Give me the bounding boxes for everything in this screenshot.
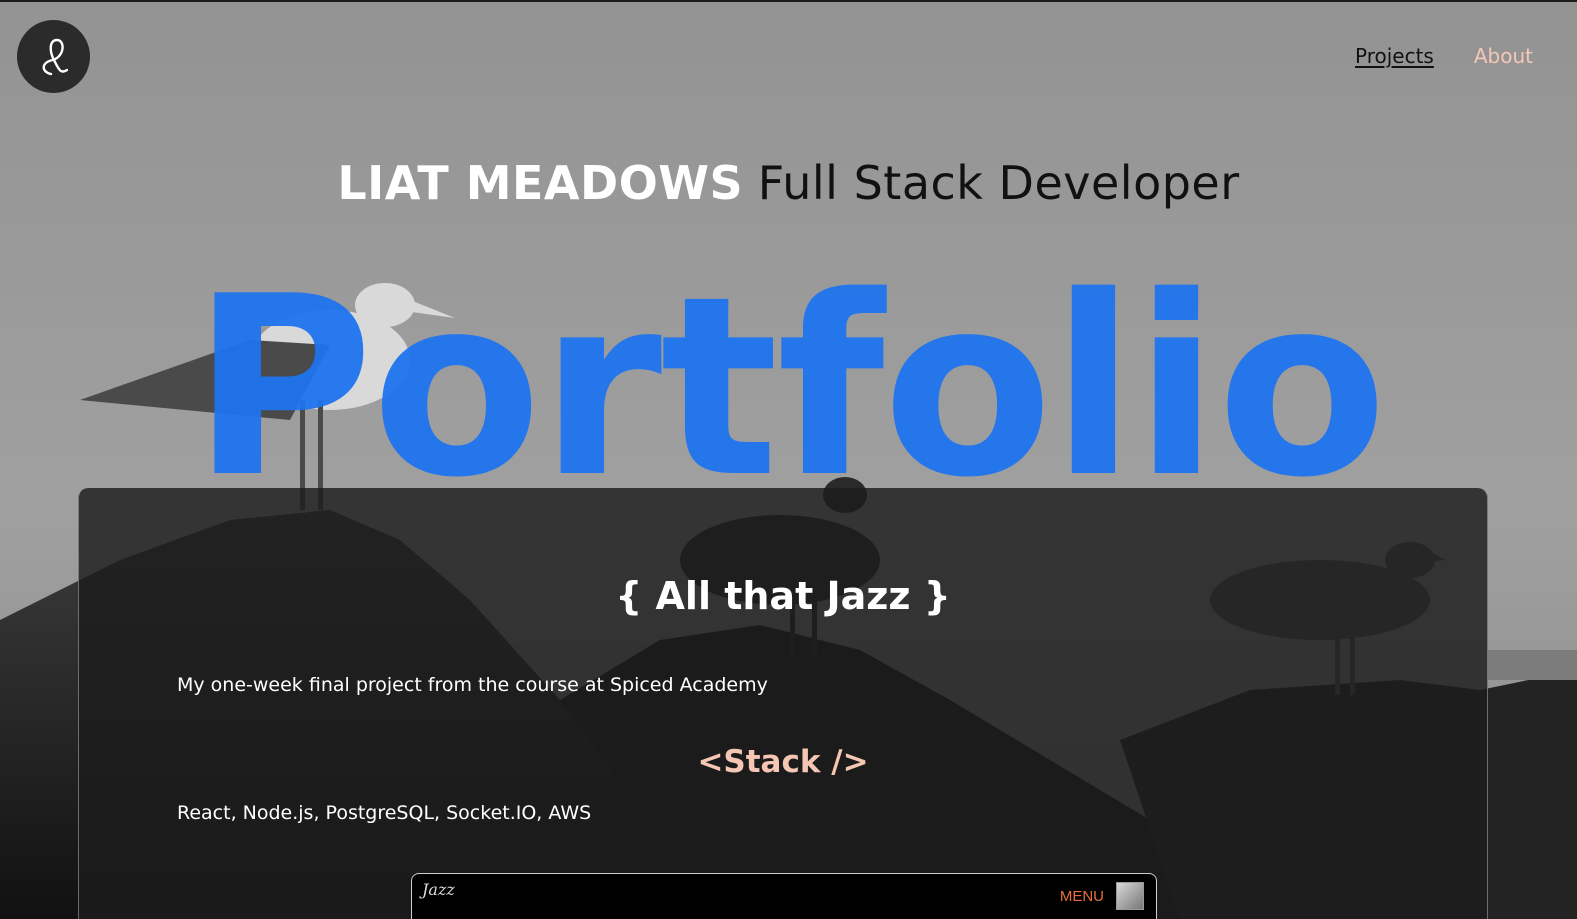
preview-avatar — [1116, 882, 1144, 910]
project-title: { All that Jazz } — [615, 574, 951, 618]
cursive-l-logo-icon — [42, 38, 68, 75]
logo-button[interactable] — [17, 20, 90, 93]
top-border — [0, 0, 1577, 2]
project-preview[interactable]: Jazz MENU — [411, 873, 1157, 919]
stack-list: React, Node.js, PostgreSQL, Socket.IO, A… — [177, 802, 592, 824]
page-title: LIAT MEADOWS Full Stack Developer — [0, 157, 1577, 209]
portfolio-hero-text: Portfolio — [191, 244, 1388, 488]
preview-menu-button[interactable]: MENU — [1060, 888, 1104, 905]
preview-jazz-logo: Jazz — [422, 880, 455, 899]
project-card: { All that Jazz } My one-week final proj… — [78, 488, 1488, 919]
nav-link-about[interactable]: About — [1474, 44, 1533, 68]
developer-role: Full Stack Developer — [757, 156, 1240, 210]
nav-link-projects[interactable]: Projects — [1355, 44, 1434, 68]
project-description: My one-week final project from the cours… — [177, 674, 768, 696]
stack-heading: <Stack /> — [697, 744, 869, 780]
developer-name: LIAT MEADOWS — [337, 156, 744, 210]
portfolio-page: Projects About LIAT MEADOWS Full Stack D… — [0, 0, 1577, 919]
main-nav: Projects About — [1355, 44, 1533, 68]
